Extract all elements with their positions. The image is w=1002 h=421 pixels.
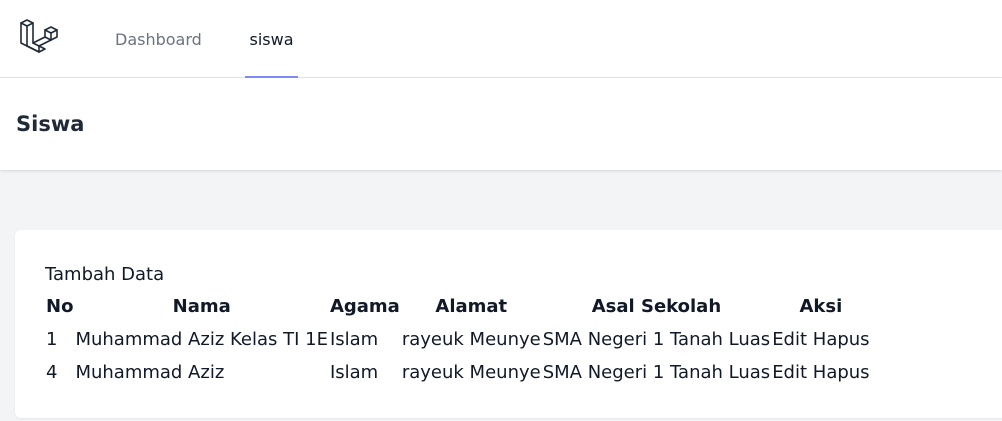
cell-aksi: Edit Hapus bbox=[771, 356, 870, 389]
column-header-no: No bbox=[46, 296, 74, 317]
column-header-asal-sekolah: Asal Sekolah bbox=[591, 296, 722, 317]
content-card: Tambah Data No Nama Agama Alamat Asal Se… bbox=[15, 230, 1002, 418]
siswa-table: No Nama Agama Alamat Asal Sekolah Aksi 1… bbox=[45, 290, 871, 389]
column-header-aksi: Aksi bbox=[799, 296, 843, 317]
edit-link[interactable]: Edit bbox=[772, 362, 807, 383]
cell-no: 1 bbox=[46, 329, 58, 350]
cell-asal-sekolah: SMA Negeri 1 Tanah Luas bbox=[542, 329, 771, 350]
delete-link[interactable]: Hapus bbox=[813, 329, 870, 350]
cell-nama: Muhammad Aziz Kelas TI 1E bbox=[75, 329, 328, 350]
nav-link-dashboard[interactable]: Dashboard bbox=[115, 0, 202, 78]
cell-agama: Islam bbox=[329, 362, 379, 383]
cell-alamat: rayeuk Meunye bbox=[401, 362, 541, 383]
nav-link-siswa[interactable]: siswa bbox=[245, 0, 298, 78]
top-navigation: Dashboard siswa bbox=[0, 0, 1002, 78]
column-header-alamat: Alamat bbox=[435, 296, 508, 317]
cell-agama: Islam bbox=[329, 329, 379, 350]
add-data-link[interactable]: Tambah Data bbox=[45, 264, 164, 286]
cell-nama: Muhammad Aziz bbox=[75, 362, 225, 383]
table-row: 4 Muhammad Aziz Islam rayeuk Meunye SMA … bbox=[45, 356, 871, 389]
cell-aksi: Edit Hapus bbox=[771, 323, 870, 356]
edit-link[interactable]: Edit bbox=[772, 329, 807, 350]
table-header-row: No Nama Agama Alamat Asal Sekolah Aksi bbox=[45, 290, 871, 323]
laravel-logo-icon[interactable] bbox=[18, 17, 60, 59]
page-title: Siswa bbox=[16, 112, 85, 136]
column-header-nama: Nama bbox=[172, 296, 231, 317]
cell-alamat: rayeuk Meunye bbox=[401, 329, 541, 350]
cell-no: 4 bbox=[46, 362, 58, 383]
table-row: 1 Muhammad Aziz Kelas TI 1E Islam rayeuk… bbox=[45, 323, 871, 356]
cell-asal-sekolah: SMA Negeri 1 Tanah Luas bbox=[542, 362, 771, 383]
column-header-agama: Agama bbox=[329, 296, 400, 317]
page-header: Siswa bbox=[0, 78, 1002, 170]
delete-link[interactable]: Hapus bbox=[813, 362, 870, 383]
